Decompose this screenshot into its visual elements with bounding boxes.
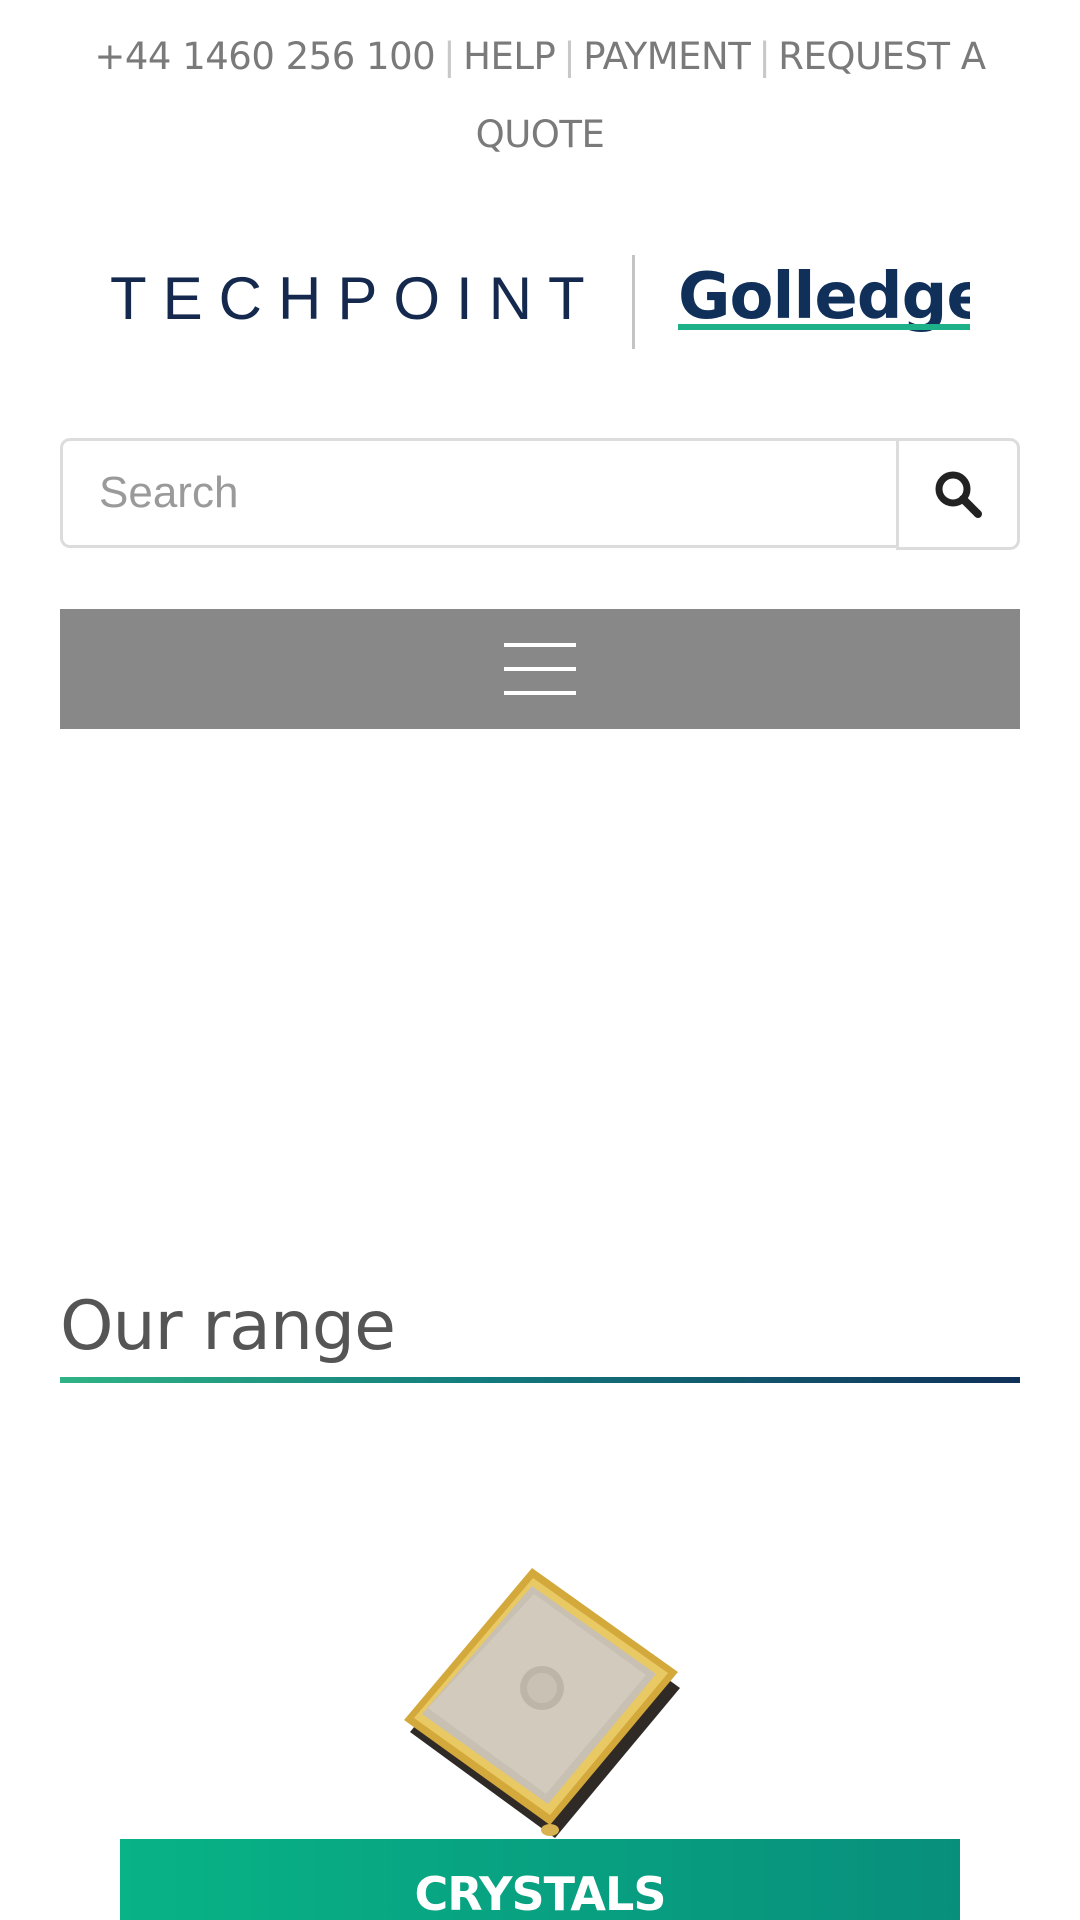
search-icon <box>935 471 982 518</box>
menu-toggle-bar[interactable] <box>60 609 1020 729</box>
help-link[interactable]: HELP <box>463 35 556 78</box>
logo-brand-golledge: Golledge <box>678 260 970 334</box>
section-divider <box>60 1377 1020 1383</box>
site-logo[interactable]: TECHPOINT Golledge <box>110 252 970 352</box>
search-button[interactable] <box>896 438 1020 550</box>
logo-brand-techpoint: TECHPOINT <box>110 265 601 332</box>
hamburger-icon <box>504 643 576 695</box>
product-image-crystal[interactable] <box>380 1560 700 1840</box>
search-form <box>60 438 1020 550</box>
phone-link[interactable]: +44 1460 256 100 <box>94 35 435 78</box>
category-crystals-button[interactable]: CRYSTALS <box>120 1839 960 1920</box>
separator: | <box>443 35 456 78</box>
page: +44 1460 256 100 | HELP | PAYMENT | REQUEST A … <box>0 0 1080 1920</box>
search-input[interactable] <box>60 438 898 548</box>
separator: | <box>758 35 771 78</box>
section-title: Our range <box>60 1287 396 1366</box>
top-links: +44 1460 256 100 | HELP | PAYMENT | REQUEST A … <box>60 18 1020 174</box>
payment-link[interactable]: PAYMENT <box>583 35 751 78</box>
separator: | <box>563 35 576 78</box>
